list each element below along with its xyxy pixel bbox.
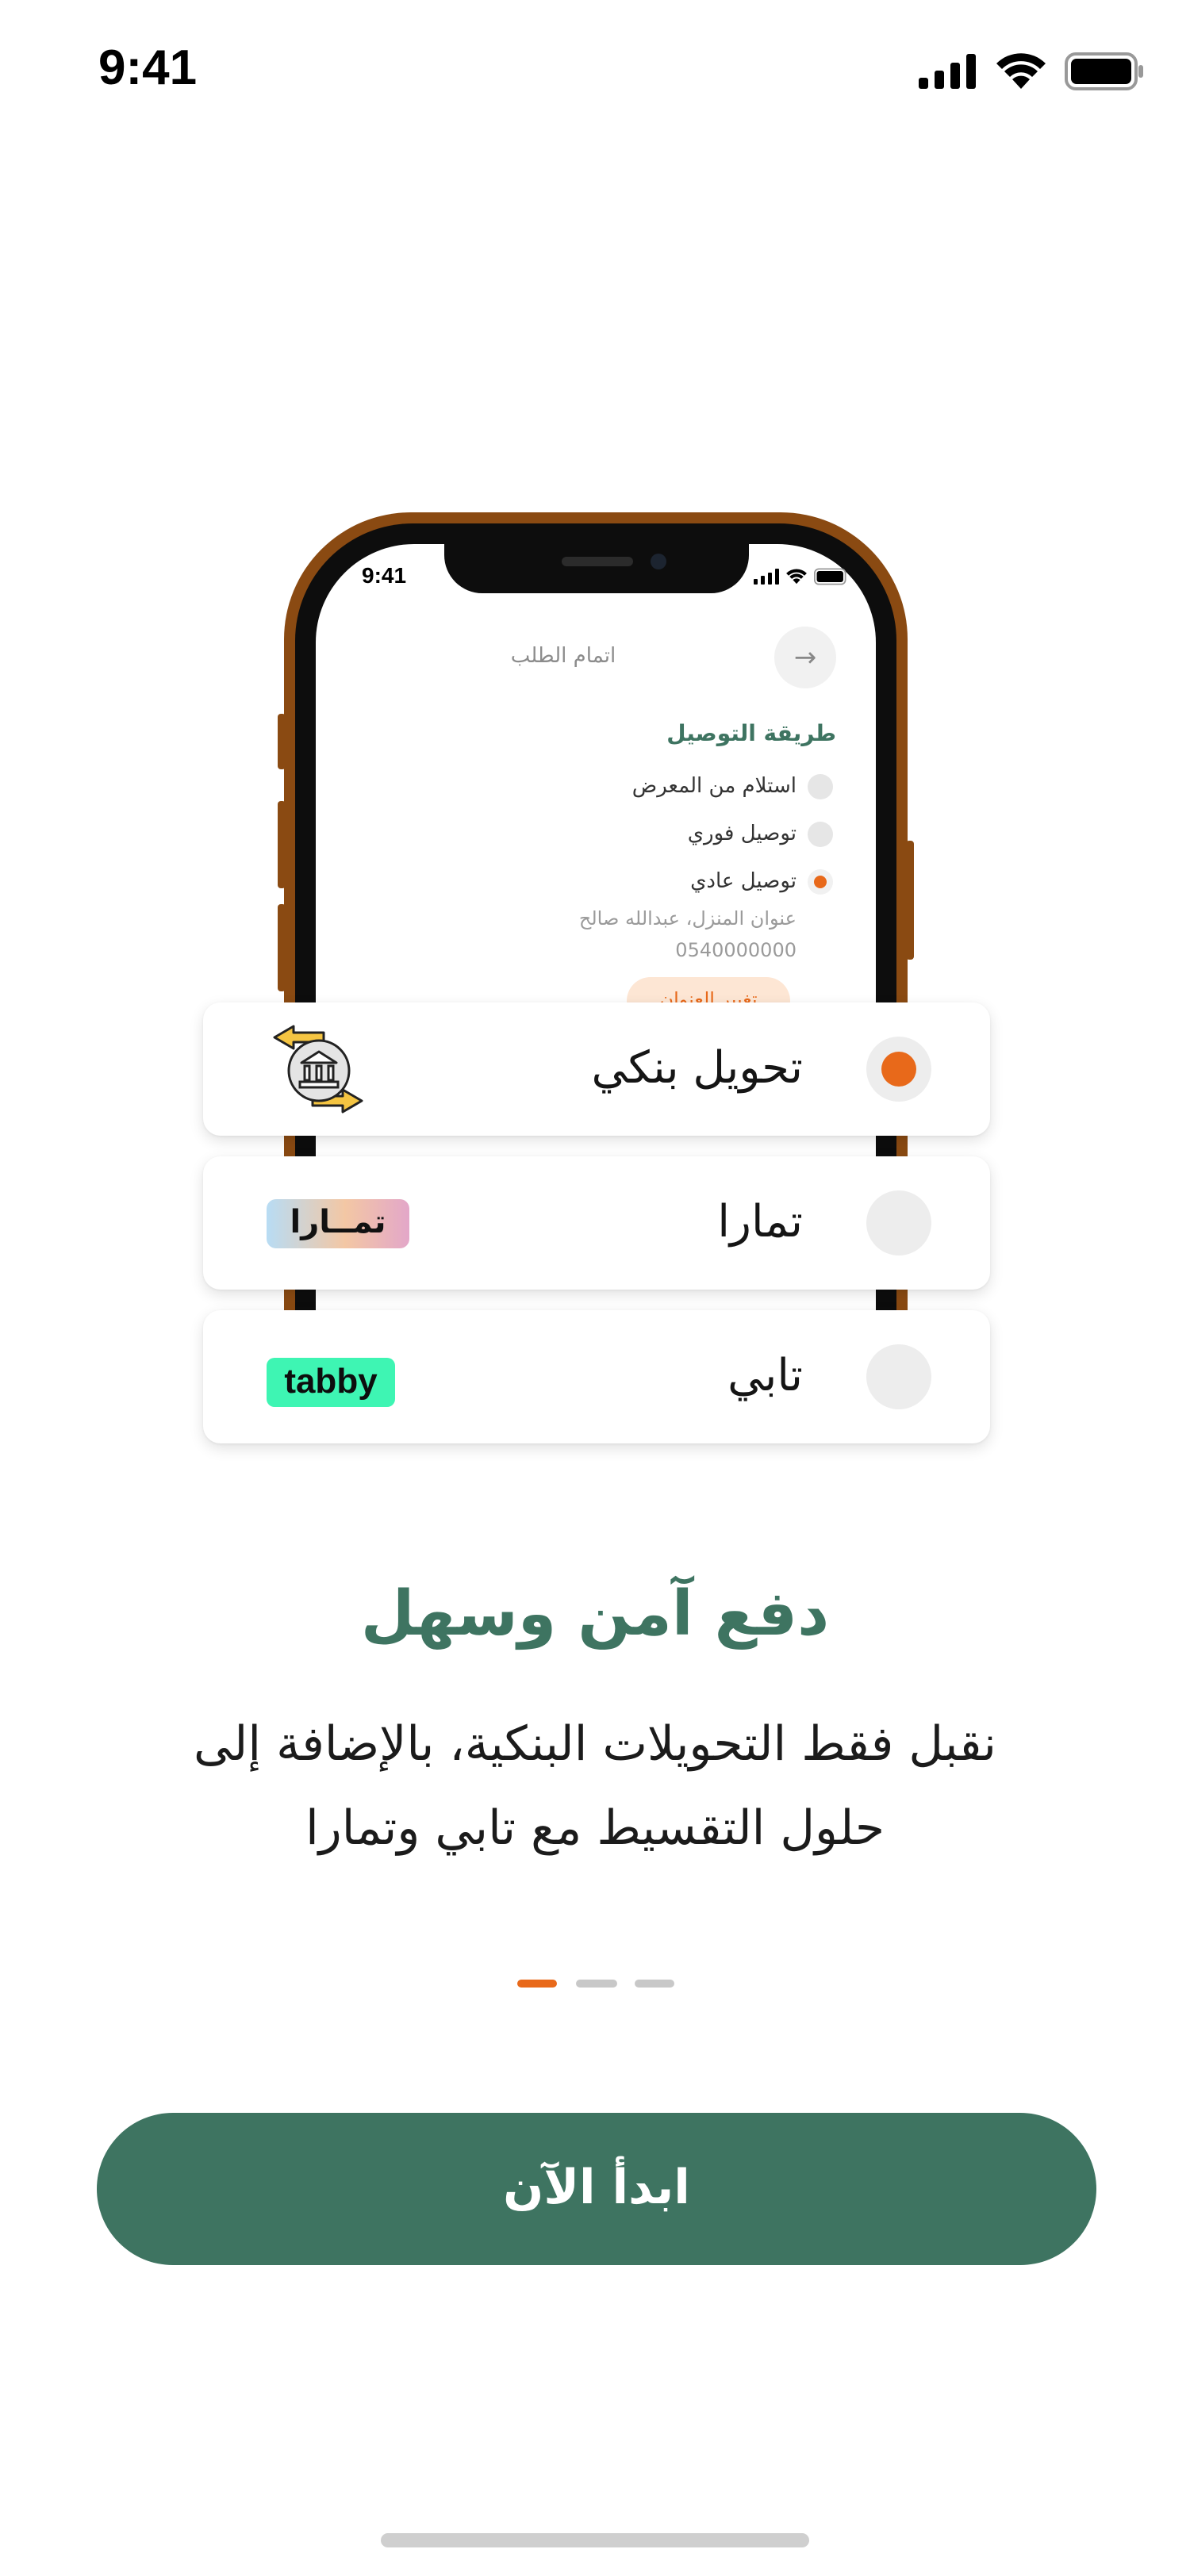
mockup-option: توصيل فوري [687,822,797,845]
mockup-radio-selected [808,869,833,895]
tamara-logo: تمــارا [267,1199,409,1248]
mockup-signal-icon [754,569,779,585]
mockup-wifi-icon [786,569,807,585]
onboarding-headline: دفع آمن وسهل [360,1578,830,1650]
home-indicator [381,2533,809,2547]
payment-option-tabby[interactable]: تابي tabby [203,1310,990,1443]
tabby-logo: tabby [267,1358,395,1407]
mockup-battery-icon [814,568,846,585]
phone-notch [444,539,749,593]
payment-label: تمارا [717,1196,803,1248]
payment-radio[interactable] [866,1344,931,1409]
arrow-right-icon: → [793,642,817,673]
bank-transfer-icon [273,1025,363,1114]
status-time: 9:41 [98,40,198,95]
page-indicator [635,1980,674,1988]
mockup-radio [808,774,833,799]
payment-radio[interactable] [866,1190,931,1255]
mockup-option: توصيل عادي [690,869,797,893]
payment-option-bank-transfer[interactable]: تحويل بنكي [203,1002,990,1136]
onboarding-description: نقبل فقط التحويلات البنكية، بالإضافة إلى… [119,1702,1071,1870]
mockup-title: اتمام الطلب [510,644,616,668]
page-indicator [576,1980,617,1988]
mockup-back-button: → [774,627,836,688]
payment-label: تابي [727,1350,803,1401]
mockup-section-title: طريقة التوصيل [666,720,836,746]
status-icons [919,48,1144,95]
mockup-option: استلام من المعرض [631,774,797,798]
mockup-radio [808,822,833,847]
mockup-status-time: 9:41 [362,563,407,588]
payment-radio-selected[interactable] [866,1037,931,1102]
phone-speaker [562,557,633,566]
mockup-address: عنوان المنزل، عبدالله صالح [578,907,797,930]
phone-camera [651,554,666,569]
description-line: نقبل فقط التحويلات البنكية، بالإضافة إلى [194,1716,996,1772]
cellular-signal-icon [919,54,976,89]
mockup-status-icons [754,568,849,585]
payment-label: تحويل بنكي [591,1042,803,1094]
mockup-phone: 0540000000 [675,939,797,961]
payment-option-tamara[interactable]: تمارا تمــارا [203,1156,990,1290]
page-indicator-active [517,1980,557,1988]
battery-icon [1065,52,1143,90]
start-now-button[interactable]: ابدأ الآن [97,2113,1096,2265]
description-line: حلول التقسيط مع تابي وتمارا [305,1800,885,1856]
wifi-icon [996,53,1046,89]
